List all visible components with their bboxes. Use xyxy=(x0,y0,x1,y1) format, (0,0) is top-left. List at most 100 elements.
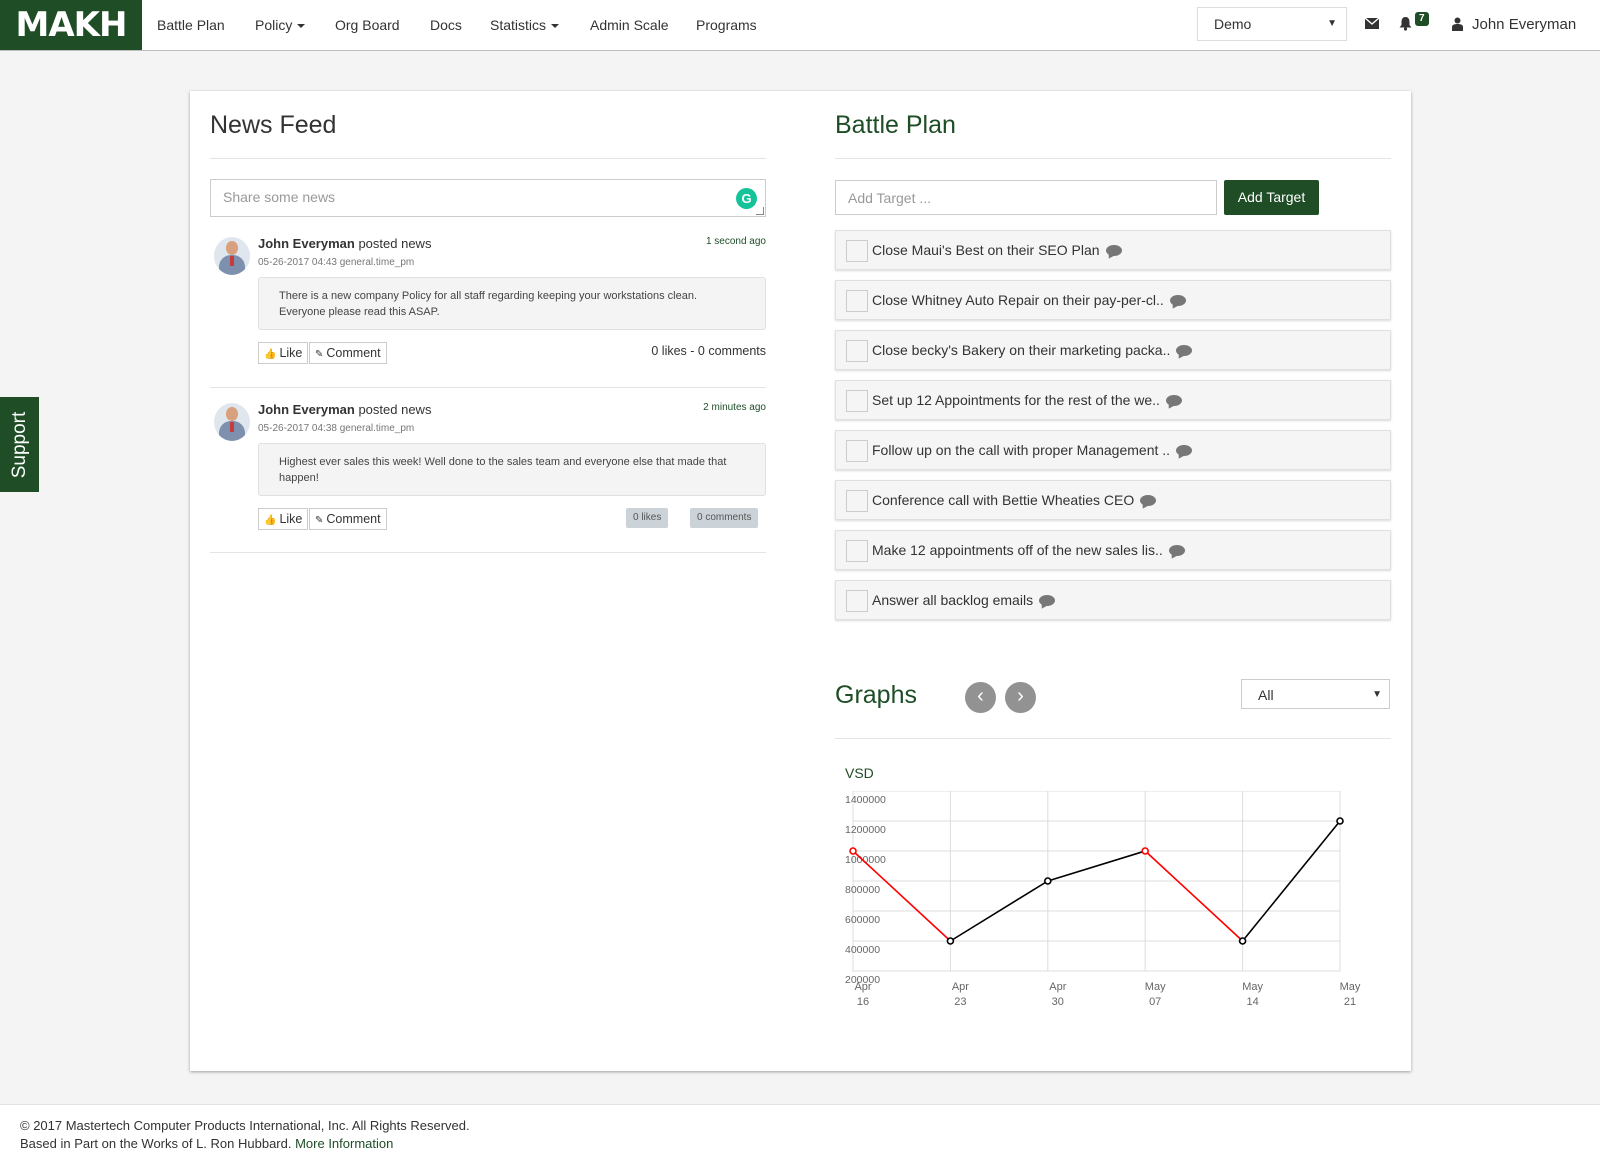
footer-credit-line: Based in Part on the Works of L. Ron Hub… xyxy=(20,1135,1580,1153)
y-tick-label: 600000 xyxy=(845,914,880,926)
graphs-title: Graphs xyxy=(835,681,917,709)
nav-admin-scale[interactable]: Admin Scale xyxy=(590,0,669,50)
x-tick-label: Apr 30 xyxy=(1049,981,1066,1008)
target-label: Close becky's Bakery on their marketing … xyxy=(872,342,1171,358)
battle-plan-item[interactable]: Close Maui's Best on their SEO Plan xyxy=(835,230,1391,270)
comment-button[interactable]: ✎ Comment xyxy=(309,508,387,530)
prev-graph-button[interactable]: ‹ xyxy=(965,682,996,713)
select-arrow-icon: ▼ xyxy=(1372,689,1382,700)
more-information-link[interactable]: More Information xyxy=(295,1136,393,1151)
target-checkbox[interactable] xyxy=(846,390,868,412)
comment-icon[interactable] xyxy=(1176,445,1193,456)
data-point xyxy=(946,937,955,945)
target-checkbox[interactable] xyxy=(846,440,868,462)
makh-logo[interactable]: MAKH xyxy=(0,0,142,50)
comment-button[interactable]: ✎ Comment xyxy=(309,342,387,364)
x-tick-label: May 07 xyxy=(1145,981,1166,1008)
grammarly-icon[interactable]: G xyxy=(736,188,757,209)
org-select[interactable]: Demo ▼ xyxy=(1197,7,1347,41)
battle-plan-item[interactable]: Conference call with Bettie Wheaties CEO xyxy=(835,480,1391,520)
select-arrow-icon: ▼ xyxy=(1327,18,1337,29)
post-date: 05-26-2017 04:43 xyxy=(258,257,337,268)
data-point xyxy=(849,847,857,855)
like-button[interactable]: 👍 Like xyxy=(258,342,309,364)
comment-icon[interactable] xyxy=(1176,345,1193,356)
divider xyxy=(210,387,766,388)
comment-icon[interactable] xyxy=(1168,545,1185,556)
add-target-button[interactable]: Add Target xyxy=(1224,180,1319,215)
battle-plan-item[interactable]: Follow up on the call with proper Manage… xyxy=(835,430,1391,470)
like-label: Like xyxy=(279,512,303,526)
x-tick-label: May 21 xyxy=(1340,981,1361,1008)
target-label: Answer all backlog emails xyxy=(872,592,1034,608)
user-name-menu[interactable]: John Everyman xyxy=(1472,0,1576,50)
nav-statistics[interactable]: Statistics xyxy=(490,0,560,50)
nav-label: Policy xyxy=(255,17,293,33)
support-tab[interactable]: Support xyxy=(0,397,39,492)
caret-down-icon xyxy=(297,24,306,29)
thumbs-up-icon: 👍 xyxy=(264,515,277,526)
data-point xyxy=(1044,877,1052,885)
nav-label: Org Board xyxy=(335,17,400,33)
comment-icon[interactable] xyxy=(1165,395,1182,406)
nav-battle-plan[interactable]: Battle Plan xyxy=(157,0,225,50)
comment-icon[interactable] xyxy=(1169,295,1186,306)
nav-org-board[interactable]: Org Board xyxy=(335,0,400,50)
comment-icon[interactable] xyxy=(1105,245,1122,256)
avatar xyxy=(214,237,250,275)
comment-icon[interactable] xyxy=(1039,595,1056,606)
notification-badge: 7 xyxy=(1415,12,1429,26)
graph-filter-select[interactable]: All ▼ xyxy=(1241,679,1390,709)
nav-label: Programs xyxy=(696,17,757,33)
target-checkbox[interactable] xyxy=(846,340,868,362)
bell-icon[interactable] xyxy=(1399,16,1412,31)
nav-docs[interactable]: Docs xyxy=(430,0,462,50)
data-point xyxy=(1238,937,1247,945)
target-checkbox[interactable] xyxy=(846,490,868,512)
envelope-icon[interactable] xyxy=(1365,18,1379,29)
avatar xyxy=(214,403,250,441)
resize-handle-icon[interactable] xyxy=(756,207,764,215)
comment-label: Comment xyxy=(326,346,381,360)
post-meta: 05-26-2017 04:38 general.time_pm xyxy=(258,423,414,434)
post-header: John Everyman posted news xyxy=(258,236,431,251)
like-button[interactable]: 👍 Like xyxy=(258,508,309,530)
target-label: Close Maui's Best on their SEO Plan xyxy=(872,242,1100,258)
y-tick-label: 400000 xyxy=(845,944,880,956)
battle-plan-item[interactable]: Set up 12 Appointments for the rest of t… xyxy=(835,380,1391,420)
post-author-name[interactable]: John Everyman xyxy=(258,402,355,417)
target-text-wrap: Set up 12 Appointments for the rest of t… xyxy=(872,381,1182,419)
org-select-value: Demo xyxy=(1214,16,1252,32)
post-meta: 05-26-2017 04:43 general.time_pm xyxy=(258,257,414,268)
user-icon xyxy=(1452,17,1463,31)
data-point xyxy=(1141,847,1150,855)
nav-programs[interactable]: Programs xyxy=(696,0,757,50)
divider xyxy=(835,738,1391,739)
add-target-input[interactable]: Add Target ... xyxy=(835,180,1217,215)
target-checkbox[interactable] xyxy=(846,540,868,562)
target-checkbox[interactable] xyxy=(846,590,868,612)
x-tick-label: Apr 23 xyxy=(952,981,969,1008)
post-author-name[interactable]: John Everyman xyxy=(258,236,355,251)
add-target-placeholder: Add Target ... xyxy=(848,190,932,206)
likes-badge[interactable]: 0 likes xyxy=(626,508,669,528)
battle-plan-item[interactable]: Close Whitney Auto Repair on their pay-p… xyxy=(835,280,1391,320)
target-label: Close Whitney Auto Repair on their pay-p… xyxy=(872,292,1164,308)
next-graph-button[interactable]: › xyxy=(1005,682,1036,713)
caret-down-icon xyxy=(551,24,560,29)
series-segment xyxy=(1144,850,1244,942)
nav-policy[interactable]: Policy xyxy=(255,0,306,50)
series-segment xyxy=(852,850,951,942)
footer-copyright: © 2017 Mastertech Computer Products Inte… xyxy=(20,1118,470,1133)
target-checkbox[interactable] xyxy=(846,290,868,312)
target-text-wrap: Close Whitney Auto Repair on their pay-p… xyxy=(872,281,1186,319)
target-text-wrap: Close becky's Bakery on their marketing … xyxy=(872,331,1193,369)
series-segment xyxy=(1047,850,1146,882)
target-checkbox[interactable] xyxy=(846,240,868,262)
share-news-input[interactable]: Share some news G xyxy=(210,179,766,217)
comment-icon[interactable] xyxy=(1140,495,1157,506)
battle-plan-item[interactable]: Answer all backlog emails xyxy=(835,580,1391,620)
comments-badge[interactable]: 0 comments xyxy=(690,508,759,528)
battle-plan-item[interactable]: Make 12 appointments off of the new sale… xyxy=(835,530,1391,570)
battle-plan-item[interactable]: Close becky's Bakery on their marketing … xyxy=(835,330,1391,370)
